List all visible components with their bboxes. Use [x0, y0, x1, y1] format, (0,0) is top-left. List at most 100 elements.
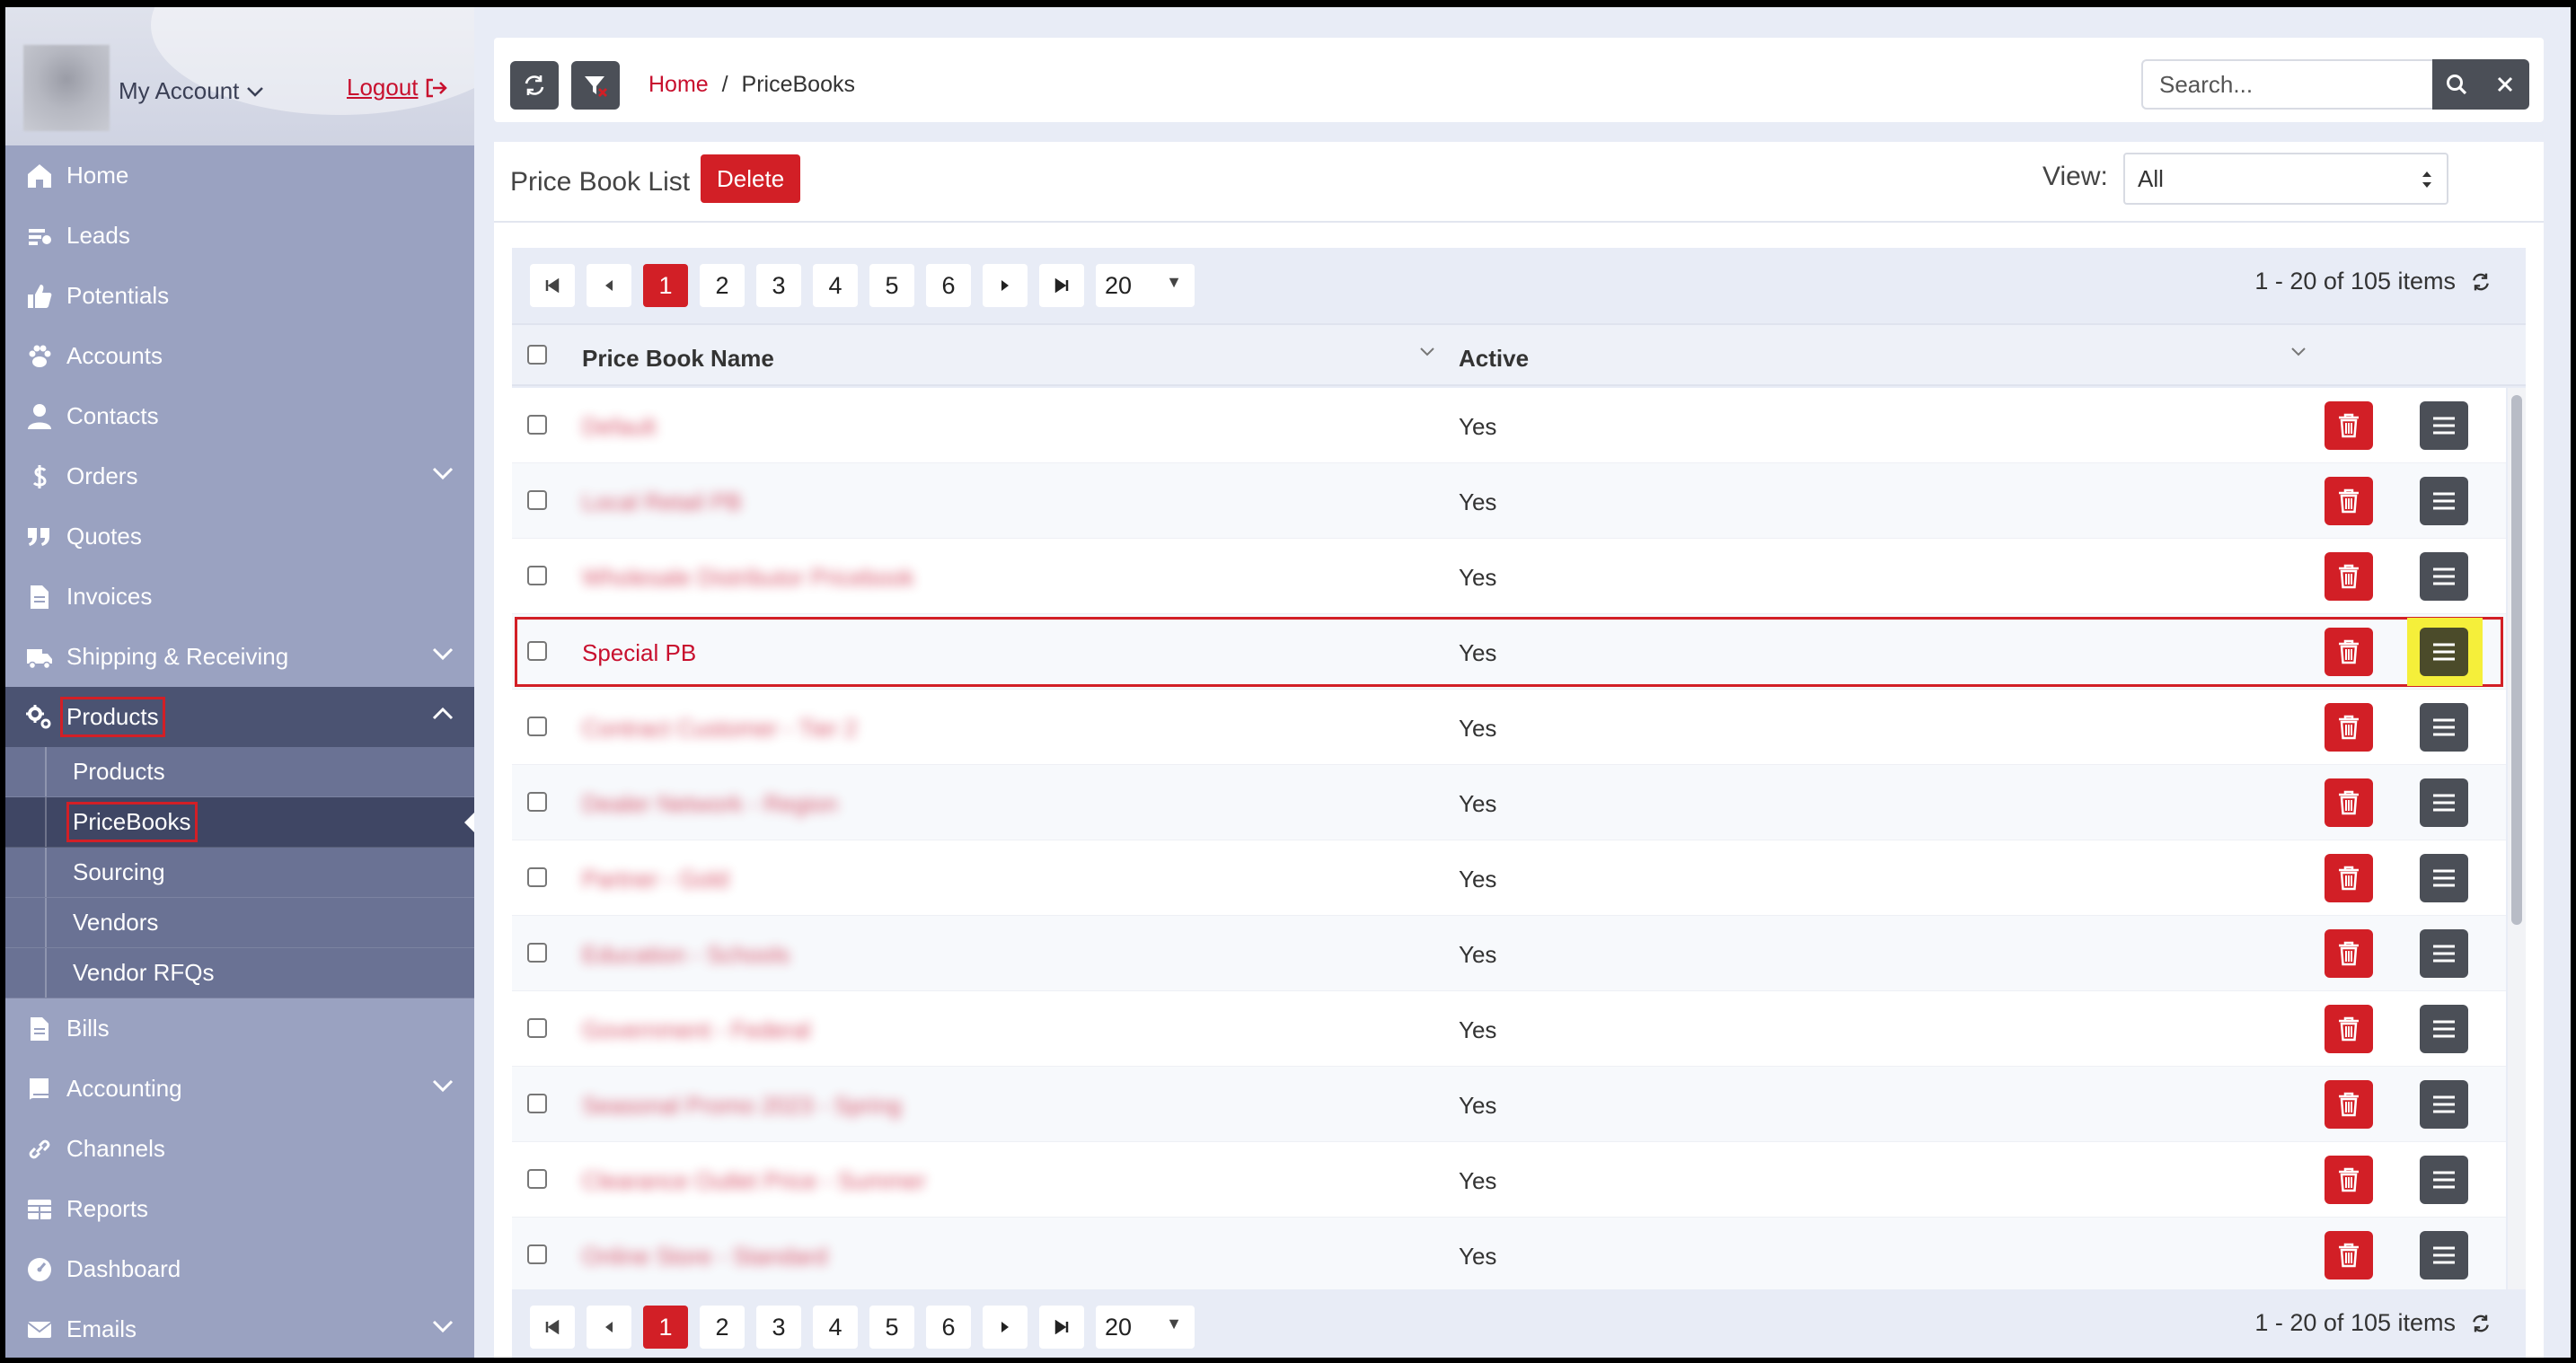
sidebar-item-bills[interactable]: Bills [5, 998, 474, 1059]
next-page-button[interactable] [983, 1306, 1028, 1349]
page-button[interactable]: 5 [869, 1306, 914, 1349]
prev-page-button[interactable] [587, 264, 631, 307]
delete-row-button[interactable] [2325, 552, 2373, 601]
refresh-icon[interactable] [2470, 271, 2492, 293]
sidebar-item-potentials[interactable]: Potentials [5, 266, 474, 326]
delete-row-button[interactable] [2325, 929, 2373, 978]
sidebar-item-orders[interactable]: Orders [5, 446, 474, 506]
price-book-name-link[interactable]: Wholesale Distributor Pricebook [582, 564, 914, 592]
sidebar-subitem-vendors[interactable]: Vendors [5, 898, 474, 948]
view-select[interactable]: All [2123, 153, 2448, 205]
table-row[interactable]: Partner - Gold Yes [512, 840, 2506, 916]
sidebar-item-quotes[interactable]: Quotes [5, 506, 474, 567]
chevron-down-icon[interactable] [1419, 347, 1435, 357]
table-row[interactable]: Clearance Outlet Price - Summer Yes [512, 1142, 2506, 1218]
clear-search-button[interactable] [2481, 59, 2529, 110]
sidebar-item-contacts[interactable]: Contacts [5, 386, 474, 446]
row-checkbox[interactable] [527, 641, 547, 661]
page-button[interactable]: 2 [700, 264, 745, 307]
filter-button[interactable] [571, 61, 620, 110]
delete-row-button[interactable] [2325, 703, 2373, 752]
delete-button[interactable]: Delete [701, 154, 801, 203]
avatar[interactable] [23, 45, 110, 131]
page-button[interactable]: 3 [756, 264, 801, 307]
sidebar-item-leads[interactable]: Leads [5, 206, 474, 266]
table-row[interactable]: Contract Customer - Tier 2 Yes [512, 690, 2506, 765]
delete-row-button[interactable] [2325, 1005, 2373, 1053]
row-checkbox[interactable] [527, 867, 547, 887]
delete-row-button[interactable] [2325, 477, 2373, 525]
page-button[interactable]: 1 [643, 1306, 688, 1349]
row-menu-button[interactable] [2420, 1005, 2468, 1053]
row-menu-button[interactable] [2420, 778, 2468, 827]
row-checkbox[interactable] [527, 490, 547, 510]
page-size-select[interactable]: 20 ▼ [1096, 1306, 1195, 1349]
row-menu-button[interactable] [2420, 401, 2468, 450]
row-checkbox[interactable] [527, 1244, 547, 1264]
row-menu-button[interactable] [2420, 477, 2468, 525]
sidebar-subitem-sourcing[interactable]: Sourcing [5, 848, 474, 898]
table-row[interactable]: Seasonal Promo 2023 - Spring Yes [512, 1067, 2506, 1142]
logout-link[interactable]: Logout [347, 74, 449, 101]
row-menu-button[interactable] [2420, 628, 2468, 676]
table-row[interactable]: Dealer Network - Region Yes [512, 765, 2506, 840]
row-checkbox[interactable] [527, 1169, 547, 1189]
column-header-active[interactable]: Active [1459, 345, 1529, 373]
row-menu-button[interactable] [2420, 1156, 2468, 1204]
delete-row-button[interactable] [2325, 1231, 2373, 1279]
last-page-button[interactable] [1039, 264, 1084, 307]
price-book-name-link[interactable]: Contract Customer - Tier 2 [582, 715, 857, 743]
page-button[interactable]: 6 [926, 264, 971, 307]
price-book-name-link[interactable]: Government - Federal [582, 1016, 810, 1044]
search-button[interactable] [2432, 59, 2481, 110]
delete-row-button[interactable] [2325, 1156, 2373, 1204]
price-book-name-link[interactable]: Education - Schools [582, 941, 790, 969]
row-checkbox[interactable] [527, 717, 547, 736]
sidebar-item-products[interactable]: Products [5, 687, 474, 747]
sidebar-item-dashboard[interactable]: Dashboard [5, 1239, 474, 1299]
refresh-icon[interactable] [2470, 1313, 2492, 1334]
sidebar-item-shipping-and-receiving[interactable]: Shipping & Receiving [5, 627, 474, 687]
row-checkbox[interactable] [527, 1094, 547, 1113]
sidebar-subitem-products[interactable]: Products [5, 747, 474, 797]
table-row[interactable]: Local Retail PB Yes [512, 463, 2506, 539]
page-button[interactable]: 3 [756, 1306, 801, 1349]
sidebar-item-reports[interactable]: Reports [5, 1179, 474, 1239]
row-checkbox[interactable] [527, 943, 547, 963]
delete-row-button[interactable] [2325, 401, 2373, 450]
last-page-button[interactable] [1039, 1306, 1084, 1349]
price-book-name-link[interactable]: Clearance Outlet Price - Summer [582, 1167, 926, 1195]
page-button[interactable]: 1 [643, 264, 688, 307]
row-menu-button[interactable] [2420, 929, 2468, 978]
next-page-button[interactable] [983, 264, 1028, 307]
table-row[interactable]: Education - Schools Yes [512, 916, 2506, 991]
page-button[interactable]: 4 [813, 1306, 858, 1349]
table-row[interactable]: Special PB Yes [512, 614, 2506, 690]
first-page-button[interactable] [530, 264, 575, 307]
price-book-name-link[interactable]: Local Retail PB [582, 488, 742, 516]
delete-row-button[interactable] [2325, 628, 2373, 676]
select-all-checkbox[interactable] [527, 345, 547, 365]
column-header-name[interactable]: Price Book Name [582, 345, 774, 373]
table-row[interactable]: Wholesale Distributor Pricebook Yes [512, 539, 2506, 614]
chevron-down-icon[interactable] [2290, 347, 2307, 357]
page-button[interactable]: 6 [926, 1306, 971, 1349]
price-book-name-link[interactable]: Seasonal Promo 2023 - Spring [582, 1092, 902, 1120]
scrollbar-thumb[interactable] [2511, 395, 2522, 925]
sidebar-item-accounting[interactable]: Accounting [5, 1059, 474, 1119]
row-menu-button[interactable] [2420, 1080, 2468, 1129]
table-row[interactable]: Default Yes [512, 388, 2506, 463]
page-button[interactable]: 5 [869, 264, 914, 307]
table-row[interactable]: Online Store - Standard Yes [512, 1218, 2506, 1289]
page-button[interactable]: 4 [813, 264, 858, 307]
breadcrumb-home[interactable]: Home [648, 72, 709, 97]
table-scrollbar[interactable] [2508, 388, 2526, 1289]
price-book-name-link[interactable]: Dealer Network - Region [582, 790, 838, 818]
row-menu-button[interactable] [2420, 854, 2468, 902]
sidebar-item-emails[interactable]: Emails [5, 1299, 474, 1358]
sidebar-item-accounts[interactable]: Accounts [5, 326, 474, 386]
delete-row-button[interactable] [2325, 778, 2373, 827]
my-account-menu[interactable]: My Account [119, 77, 264, 105]
row-menu-button[interactable] [2420, 1231, 2468, 1279]
price-book-name-link[interactable]: Default [582, 413, 656, 441]
